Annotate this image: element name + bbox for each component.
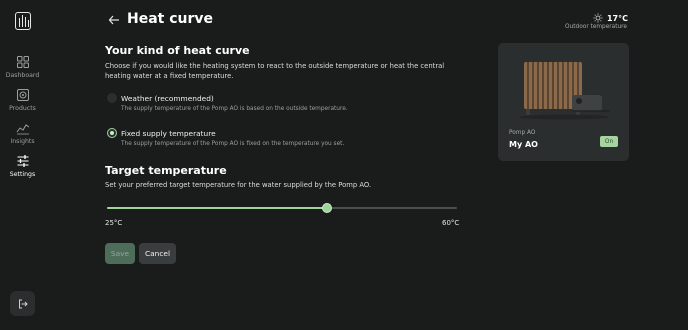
weather-widget: 17°C [593, 13, 628, 23]
product-card[interactable]: Pomp AO My AO On [498, 43, 629, 161]
outdoor-temperature-value: 17°C [606, 13, 628, 23]
heat-curve-heading: Your kind of heat curve [105, 44, 250, 57]
logout-button[interactable] [10, 291, 35, 316]
weather-option-label[interactable]: Weather (recommended) [121, 94, 214, 103]
slider-min-label: 25°C [105, 219, 123, 227]
cancel-button[interactable]: Cancel [139, 243, 176, 264]
fixed-supply-radio[interactable] [107, 128, 117, 138]
product-name: My AO [509, 140, 538, 149]
outdoor-temperature-label: Outdoor temperature [565, 24, 627, 30]
temperature-slider-track[interactable] [107, 207, 457, 209]
save-button[interactable]: Save [105, 243, 135, 264]
logout-icon [18, 299, 28, 308]
status-badge: On [600, 136, 618, 147]
fixed-supply-option-description: The supply temperature of the Pomp AO is… [121, 141, 345, 147]
temperature-slider-fill [107, 207, 327, 209]
weather-radio[interactable] [107, 93, 117, 103]
sidebar: Dashboard Products Insights Settings [0, 0, 45, 330]
product-type-label: Pomp AO [509, 130, 536, 136]
chart-icon [16, 124, 29, 135]
sidebar-item-label: Insights [10, 138, 35, 145]
heat-pump-image [519, 62, 610, 120]
sidebar-item-settings[interactable]: Settings [0, 154, 45, 178]
target-temperature-description: Set your preferred target temperature fo… [105, 181, 372, 189]
heat-curve-description: Choose if you would like the heating sys… [105, 62, 445, 80]
app-logo-icon [15, 12, 31, 30]
sidebar-item-products[interactable]: Products [0, 88, 45, 112]
sidebar-item-insights[interactable]: Insights [0, 121, 45, 145]
sun-icon [593, 13, 603, 23]
sidebar-item-label: Dashboard [5, 72, 40, 79]
product-icon [16, 89, 29, 101]
target-temperature-heading: Target temperature [105, 164, 227, 177]
fixed-supply-option-label[interactable]: Fixed supply temperature [121, 129, 216, 138]
slider-max-label: 60°C [442, 219, 460, 227]
back-arrow-icon[interactable] [108, 14, 120, 26]
temperature-slider-thumb[interactable] [322, 203, 332, 213]
sliders-icon [17, 155, 28, 167]
sidebar-item-dashboard[interactable]: Dashboard [0, 55, 45, 79]
page-title: Heat curve [127, 11, 214, 27]
weather-option-description: The supply temperature of the Pomp AO is… [121, 106, 348, 112]
sidebar-item-label: Settings [9, 171, 36, 178]
grid-icon [16, 56, 29, 68]
sidebar-item-label: Products [9, 105, 36, 112]
